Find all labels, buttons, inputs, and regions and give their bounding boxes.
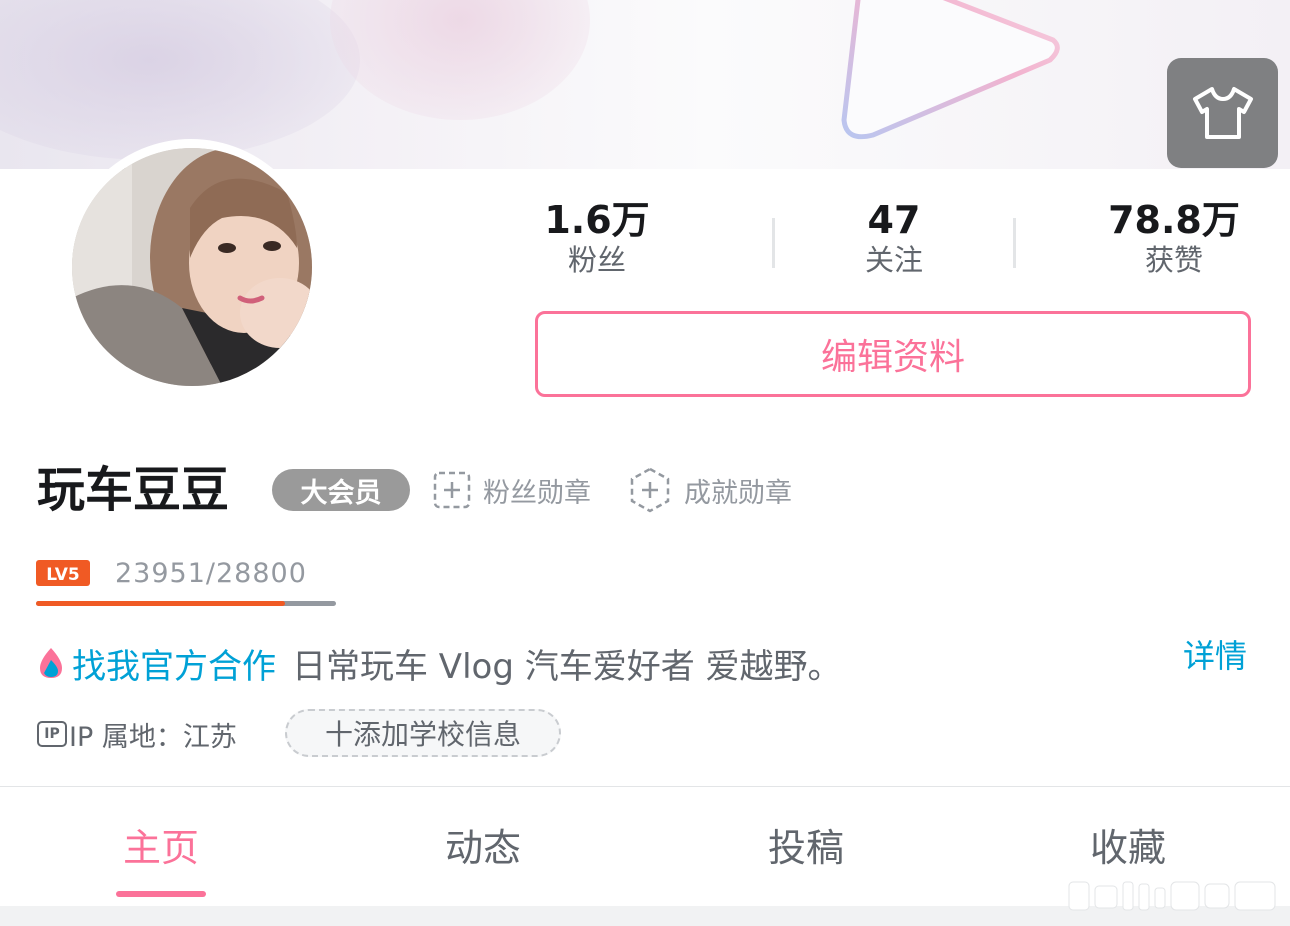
stat-divider bbox=[772, 218, 775, 268]
experience-text: 23951/28800 bbox=[115, 558, 307, 589]
tab-home[interactable]: 主页 bbox=[61, 820, 261, 876]
stat-likes[interactable]: 78.8万 获赞 bbox=[1074, 198, 1274, 278]
stat-fans[interactable]: 1.6万 粉丝 bbox=[497, 198, 697, 278]
bio-detail-link[interactable]: 详情 bbox=[1183, 634, 1247, 678]
banner-decoration bbox=[330, 0, 590, 120]
avatar[interactable] bbox=[72, 148, 312, 386]
tab-dynamics[interactable]: 动态 bbox=[383, 820, 583, 876]
add-square-icon bbox=[433, 471, 471, 509]
banner-triangle-decoration bbox=[841, 0, 1060, 140]
experience-bar-fill bbox=[36, 601, 285, 606]
add-school-button[interactable]: 十添加学校信息 bbox=[285, 709, 561, 757]
level-badge-icon: LV5 bbox=[36, 560, 90, 586]
banner-decoration bbox=[0, 0, 360, 160]
section-divider bbox=[0, 786, 1290, 787]
fans-label: 粉丝 bbox=[567, 243, 626, 277]
official-cooperation-link[interactable]: 找我官方合作 bbox=[72, 639, 276, 688]
level-badge-text: LV5 bbox=[46, 565, 79, 585]
likes-label: 获赞 bbox=[1144, 243, 1203, 277]
edit-profile-button[interactable]: 编辑资料 bbox=[535, 311, 1251, 397]
ip-location: IP IP 属地：江苏 bbox=[37, 714, 237, 754]
following-count: 47 bbox=[867, 198, 921, 242]
ip-icon: IP bbox=[37, 721, 67, 747]
watermark-icon bbox=[1068, 881, 1276, 911]
achievement-medal-label: 成就勋章 bbox=[684, 477, 792, 509]
add-hexagon-icon bbox=[630, 467, 670, 513]
likes-count: 78.8万 bbox=[1108, 198, 1240, 242]
fan-medal-label: 粉丝勋章 bbox=[483, 477, 591, 509]
following-label: 关注 bbox=[864, 243, 923, 277]
change-skin-button[interactable] bbox=[1167, 58, 1278, 168]
active-tab-indicator bbox=[116, 891, 206, 897]
stat-divider bbox=[1013, 218, 1016, 268]
stat-following[interactable]: 47 关注 bbox=[794, 198, 994, 278]
username: 玩车豆豆 bbox=[37, 462, 230, 518]
business-link-icon bbox=[40, 648, 62, 678]
tab-favorites[interactable]: 收藏 bbox=[1028, 820, 1228, 876]
avatar-photo bbox=[72, 148, 312, 386]
tab-uploads[interactable]: 投稿 bbox=[706, 820, 906, 876]
bio-row: 找我官方合作 日常玩车 Vlog 汽车爱好者 爱越野。 bbox=[36, 638, 842, 688]
bio-text: 日常玩车 Vlog 汽车爱好者 爱越野。 bbox=[292, 646, 842, 687]
vip-badge[interactable]: 大会员 bbox=[272, 469, 410, 511]
achievement-medal-button[interactable]: 成就勋章 bbox=[628, 466, 792, 514]
fan-medal-button[interactable]: 粉丝勋章 bbox=[433, 466, 591, 514]
fans-count: 1.6万 bbox=[544, 198, 650, 242]
ip-location-text: IP 属地：江苏 bbox=[69, 721, 237, 753]
tshirt-icon bbox=[1192, 87, 1253, 139]
